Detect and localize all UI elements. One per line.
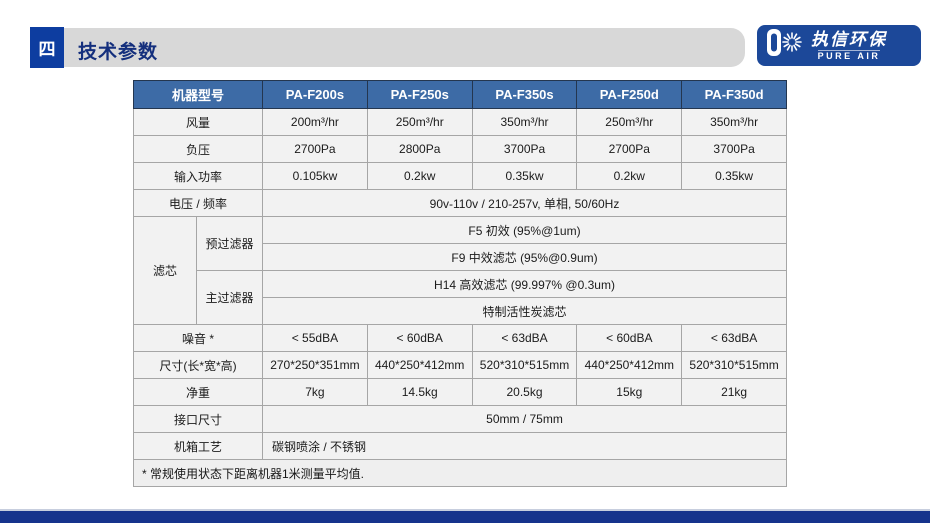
row-label: 输入功率 xyxy=(134,163,263,190)
brand-name-en: PURE AIR xyxy=(818,50,881,61)
spec-cell: < 63dBA xyxy=(682,325,787,352)
row-net-weight: 净重 7kg 14.5kg 20.5kg 15kg 21kg xyxy=(134,379,787,406)
row-filter-pre-1: 滤芯 预过滤器 F5 初效 (95%@1um) xyxy=(134,217,787,244)
row-dimensions: 尺寸(长*宽*高) 270*250*351mm 440*250*412mm 52… xyxy=(134,352,787,379)
spec-cell: 2700Pa xyxy=(263,136,368,163)
table-header-row: 机器型号 PA-F200s PA-F250s PA-F350s PA-F250d… xyxy=(134,81,787,109)
spec-cell: 520*310*515mm xyxy=(682,352,787,379)
spec-cell: 15kg xyxy=(577,379,682,406)
spec-cell-merged: 50mm / 75mm xyxy=(263,406,787,433)
spec-table: 机器型号 PA-F200s PA-F250s PA-F350s PA-F250d… xyxy=(133,80,787,487)
brand-name: 执信环保 PURE AIR xyxy=(811,31,887,61)
spec-cell: 0.2kw xyxy=(367,163,472,190)
row-label: 电压 / 频率 xyxy=(134,190,263,217)
row-label: 机箱工艺 xyxy=(134,433,263,460)
column-header-pa-f350s: PA-F350s xyxy=(472,81,577,109)
row-chassis-finish: 机箱工艺 碳钢喷涂 / 不锈钢 xyxy=(134,433,787,460)
spec-cell-merged: 特制活性炭滤芯 xyxy=(263,298,787,325)
spec-cell: 7kg xyxy=(263,379,368,406)
spec-cell: < 60dBA xyxy=(367,325,472,352)
section-number: 四 xyxy=(39,35,56,60)
row-airflow: 风量 200m³/hr 250m³/hr 350m³/hr 250m³/hr 3… xyxy=(134,109,787,136)
brand-name-cn: 执信环保 xyxy=(811,31,887,48)
row-footnote: * 常规使用状态下距离机器1米测量平均值. xyxy=(134,460,787,487)
fan-turbine-icon xyxy=(765,26,805,65)
row-filter-main-1: 主过滤器 H14 高效滤芯 (99.997% @0.3um) xyxy=(134,271,787,298)
row-label-filter-group: 滤芯 xyxy=(134,217,197,325)
row-label: 净重 xyxy=(134,379,263,406)
row-negative-pressure: 负压 2700Pa 2800Pa 3700Pa 2700Pa 3700Pa xyxy=(134,136,787,163)
spec-cell: 350m³/hr xyxy=(682,109,787,136)
slide: 四 技术参数 xyxy=(0,0,930,523)
brand-logo: 执信环保 PURE AIR xyxy=(757,25,921,66)
row-label: 负压 xyxy=(134,136,263,163)
spec-table-container: 机器型号 PA-F200s PA-F250s PA-F350s PA-F250d… xyxy=(133,80,787,487)
spec-cell: 20.5kg xyxy=(472,379,577,406)
row-noise: 噪音 * < 55dBA < 60dBA < 63dBA < 60dBA < 6… xyxy=(134,325,787,352)
page-title: 技术参数 xyxy=(78,37,158,64)
bottom-accent-bar xyxy=(0,509,930,523)
spec-cell: 440*250*412mm xyxy=(577,352,682,379)
spec-cell: 0.35kw xyxy=(472,163,577,190)
row-voltage-frequency: 电压 / 频率 90v-110v / 210-257v, 单相, 50/60Hz xyxy=(134,190,787,217)
spec-cell: 3700Pa xyxy=(682,136,787,163)
spec-cell-merged: 90v-110v / 210-257v, 单相, 50/60Hz xyxy=(263,190,787,217)
column-header-pa-f250s: PA-F250s xyxy=(367,81,472,109)
spec-cell-merged: H14 高效滤芯 (99.997% @0.3um) xyxy=(263,271,787,298)
spec-cell: 0.105kw xyxy=(263,163,368,190)
spec-cell: < 60dBA xyxy=(577,325,682,352)
spec-cell: 14.5kg xyxy=(367,379,472,406)
row-port-size: 接口尺寸 50mm / 75mm xyxy=(134,406,787,433)
row-label: 接口尺寸 xyxy=(134,406,263,433)
spec-cell: 21kg xyxy=(682,379,787,406)
spec-cell: 250m³/hr xyxy=(367,109,472,136)
row-label-main-filter: 主过滤器 xyxy=(197,271,263,325)
spec-cell: 520*310*515mm xyxy=(472,352,577,379)
column-header-model: 机器型号 xyxy=(134,81,263,109)
spec-cell: 200m³/hr xyxy=(263,109,368,136)
row-label-pre-filter: 预过滤器 xyxy=(197,217,263,271)
row-input-power: 输入功率 0.105kw 0.2kw 0.35kw 0.2kw 0.35kw xyxy=(134,163,787,190)
row-label: 尺寸(长*宽*高) xyxy=(134,352,263,379)
spec-cell-merged: 碳钢喷涂 / 不锈钢 xyxy=(263,433,787,460)
spec-cell: 2700Pa xyxy=(577,136,682,163)
row-label: 风量 xyxy=(134,109,263,136)
table-footnote: * 常规使用状态下距离机器1米测量平均值. xyxy=(134,460,787,487)
section-number-badge: 四 xyxy=(30,27,64,68)
spec-cell: 0.2kw xyxy=(577,163,682,190)
spec-cell: 3700Pa xyxy=(472,136,577,163)
spec-cell-merged: F9 中效滤芯 (95%@0.9um) xyxy=(263,244,787,271)
spec-cell: < 63dBA xyxy=(472,325,577,352)
spec-cell: 350m³/hr xyxy=(472,109,577,136)
column-header-pa-f250d: PA-F250d xyxy=(577,81,682,109)
spec-cell-merged: F5 初效 (95%@1um) xyxy=(263,217,787,244)
spec-cell: 250m³/hr xyxy=(577,109,682,136)
spec-cell: 440*250*412mm xyxy=(367,352,472,379)
column-header-pa-f200s: PA-F200s xyxy=(263,81,368,109)
column-header-pa-f350d: PA-F350d xyxy=(682,81,787,109)
spec-cell: 0.35kw xyxy=(682,163,787,190)
spec-cell: 270*250*351mm xyxy=(263,352,368,379)
spec-cell: 2800Pa xyxy=(367,136,472,163)
spec-cell: < 55dBA xyxy=(263,325,368,352)
row-label: 噪音 * xyxy=(134,325,263,352)
